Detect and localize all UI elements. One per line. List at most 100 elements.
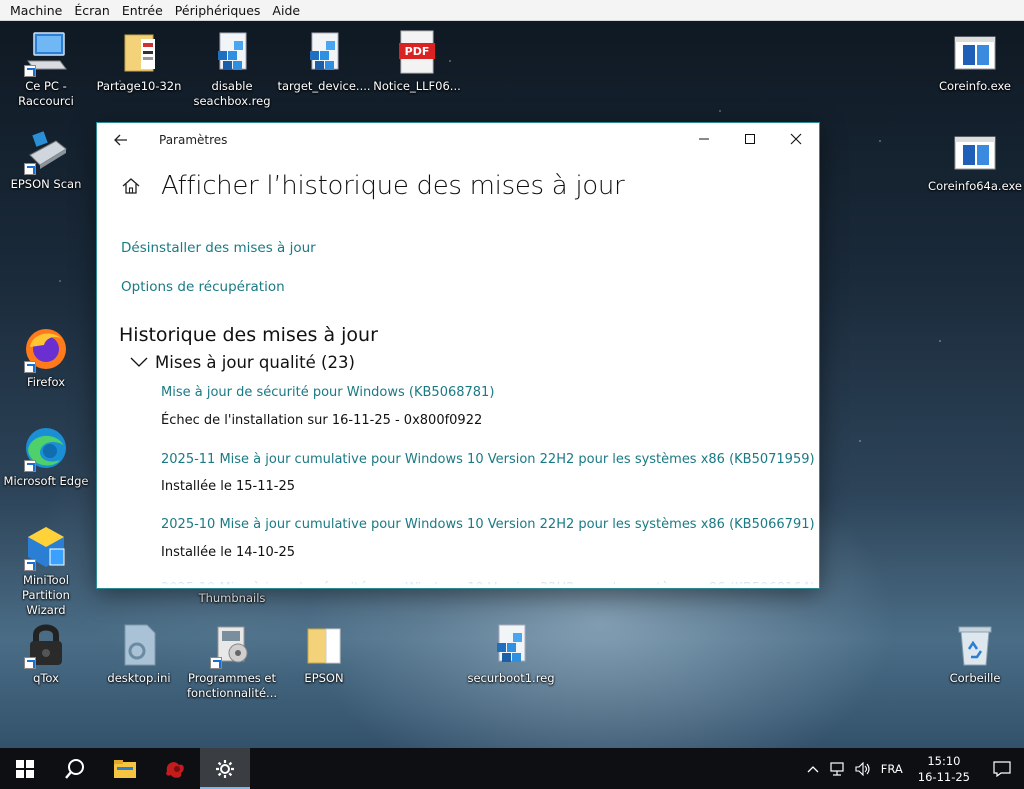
notification-icon bbox=[993, 760, 1011, 777]
vm-menu-machine[interactable]: Machine bbox=[4, 0, 68, 21]
update-item-link[interactable]: Mise à jour de sécurité pour Windows (KB… bbox=[161, 385, 494, 400]
desktop-icon-programmes[interactable]: Programmes et fonctionnalité... bbox=[187, 621, 278, 701]
network-button[interactable] bbox=[824, 748, 850, 789]
quality-updates-group-toggle[interactable]: Mises à jour qualité (23) bbox=[129, 353, 355, 372]
desktop-icon-notice-pdf[interactable]: PDF Notice_LLF06... bbox=[373, 29, 461, 94]
window-controls bbox=[681, 123, 819, 155]
vm-menu-ecran[interactable]: Écran bbox=[68, 0, 116, 21]
recovery-options-link[interactable]: Options de récupération bbox=[121, 279, 285, 295]
folder-icon bbox=[300, 621, 348, 669]
application-window-icon bbox=[951, 129, 999, 177]
home-button[interactable] bbox=[107, 177, 155, 195]
icon-label: Corbeille bbox=[949, 671, 1001, 685]
language-indicator[interactable]: FRA bbox=[876, 748, 908, 789]
window-titlebar[interactable]: Paramètres bbox=[97, 123, 819, 157]
update-item-status: Échec de l'installation sur 16-11-25 - 0… bbox=[161, 413, 483, 428]
icon-label: Thumbnails bbox=[198, 591, 266, 605]
chevron-down-icon bbox=[129, 353, 149, 372]
shortcut-arrow-icon bbox=[24, 460, 36, 472]
desktop-icon-coreinfo64a[interactable]: Coreinfo64a.exe bbox=[928, 129, 1022, 194]
taskbar-app-red[interactable] bbox=[150, 748, 200, 789]
settings-window: Paramètres Afficher l’historique des mis… bbox=[96, 122, 820, 589]
desktop-icon-firefox[interactable]: Firefox bbox=[3, 325, 89, 390]
clock-time: 15:10 bbox=[927, 753, 961, 768]
shortcut-arrow-icon bbox=[24, 65, 36, 77]
taskbar: FRA 15:10 16-11-25 bbox=[0, 748, 1024, 789]
desktop-icon-edge[interactable]: Microsoft Edge bbox=[3, 424, 89, 489]
desktop-icon-minitool[interactable]: MiniTool Partition Wizard bbox=[3, 523, 89, 618]
recycle-bin-icon bbox=[951, 621, 999, 669]
icon-label: Coreinfo.exe bbox=[938, 79, 1012, 93]
scanner-icon bbox=[22, 127, 70, 175]
desktop-icon-partage[interactable]: Partage10-32n bbox=[96, 29, 182, 94]
windows-logo-icon bbox=[16, 759, 34, 778]
taskbar-file-explorer[interactable] bbox=[100, 748, 150, 789]
pdf-badge: PDF bbox=[405, 45, 430, 58]
volume-button[interactable] bbox=[850, 748, 876, 789]
lock-icon bbox=[22, 621, 70, 669]
shortcut-arrow-icon bbox=[24, 657, 36, 669]
update-item-link[interactable]: 2025-11 Mise à jour cumulative pour Wind… bbox=[161, 452, 815, 467]
desktop-icon-coreinfo[interactable]: Coreinfo.exe bbox=[932, 29, 1018, 94]
icon-label: MiniTool Partition Wizard bbox=[22, 573, 70, 617]
taskbar-settings[interactable] bbox=[200, 748, 250, 789]
network-icon bbox=[830, 761, 844, 776]
application-window-icon bbox=[951, 29, 999, 77]
desktop-icon-disable-searchbox[interactable]: disable seachbox.reg bbox=[189, 29, 275, 109]
folder-icon bbox=[115, 29, 163, 77]
icon-label: Firefox bbox=[26, 375, 66, 389]
clock-date: 16-11-25 bbox=[917, 769, 970, 784]
desktop-icon-corbeille[interactable]: Corbeille bbox=[932, 621, 1018, 686]
desktop-icon-desktop-ini[interactable]: desktop.ini bbox=[96, 621, 182, 686]
icon-label: EPSON bbox=[304, 671, 344, 685]
icon-label: Programmes et fonctionnalité... bbox=[187, 671, 278, 700]
notifications-button[interactable] bbox=[980, 748, 1024, 789]
arrow-left-icon bbox=[114, 134, 127, 146]
quality-updates-label: Mises à jour qualité (23) bbox=[155, 353, 355, 372]
vm-menu-peripheriques[interactable]: Périphériques bbox=[169, 0, 267, 21]
system-tray: FRA 15:10 16-11-25 bbox=[802, 748, 1024, 789]
vm-menu-bar: Machine Écran Entrée Périphériques Aide bbox=[0, 0, 1024, 21]
maximize-icon bbox=[745, 134, 755, 144]
chevron-up-icon bbox=[807, 765, 819, 772]
icon-label: disable seachbox.reg bbox=[193, 79, 271, 108]
folder-icon bbox=[114, 759, 136, 778]
show-hidden-icons-button[interactable] bbox=[802, 748, 824, 789]
computer-icon bbox=[22, 29, 70, 77]
shortcut-arrow-icon bbox=[210, 657, 222, 669]
edge-icon bbox=[22, 424, 70, 472]
firefox-icon bbox=[22, 325, 70, 373]
desktop-icon-ce-pc[interactable]: Ce PC - Raccourci bbox=[3, 29, 89, 109]
pdf-file-icon: PDF bbox=[393, 29, 441, 77]
desktop-icon-securboot[interactable]: securboot1.reg bbox=[467, 621, 555, 686]
minimize-icon bbox=[699, 138, 709, 140]
icon-label: EPSON Scan bbox=[10, 177, 82, 191]
update-item-status: Installée le 14-10-25 bbox=[161, 545, 296, 560]
icon-label: desktop.ini bbox=[107, 671, 171, 685]
desktop-icon-qtox[interactable]: qTox bbox=[3, 621, 89, 686]
desktop-icon-epson[interactable]: EPSON bbox=[281, 621, 367, 686]
back-button[interactable] bbox=[97, 123, 145, 157]
home-icon bbox=[122, 178, 140, 194]
page-header: Afficher l’historique des mises à jour bbox=[97, 171, 819, 201]
close-button[interactable] bbox=[773, 123, 819, 155]
search-button[interactable] bbox=[50, 748, 100, 789]
desktop-icon-epson-scan[interactable]: EPSON Scan bbox=[3, 127, 89, 192]
uninstall-updates-link[interactable]: Désinstaller des mises à jour bbox=[121, 240, 316, 256]
minimize-button[interactable] bbox=[681, 123, 727, 155]
desktop-icon-target-device[interactable]: target_device.... bbox=[277, 29, 371, 94]
start-button[interactable] bbox=[0, 748, 50, 789]
icon-label: Ce PC - Raccourci bbox=[18, 79, 74, 108]
icon-label: qTox bbox=[33, 671, 59, 685]
history-section-title: Historique des mises à jour bbox=[119, 324, 378, 346]
update-item-status: Installée le 15-11-25 bbox=[161, 479, 296, 494]
clock[interactable]: 15:10 16-11-25 bbox=[908, 748, 980, 789]
update-item-link[interactable]: 2025-10 Mise à jour cumulative pour Wind… bbox=[161, 517, 815, 532]
vm-menu-aide[interactable]: Aide bbox=[266, 0, 306, 21]
vm-menu-entree[interactable]: Entrée bbox=[116, 0, 169, 21]
close-icon bbox=[790, 133, 802, 145]
minitool-icon bbox=[22, 523, 70, 571]
red-bug-icon bbox=[166, 761, 184, 778]
maximize-button[interactable] bbox=[727, 123, 773, 155]
icon-label: Microsoft Edge bbox=[3, 474, 89, 488]
